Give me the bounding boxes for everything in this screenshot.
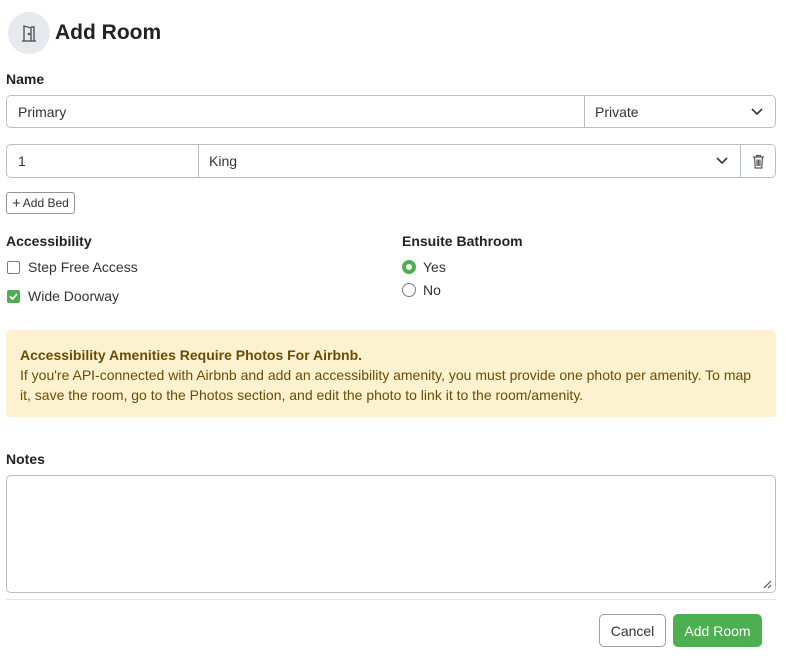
ensuite-bathroom-label: Ensuite Bathroom xyxy=(402,233,523,249)
add-bed-button[interactable]: + Add Bed xyxy=(6,192,75,214)
page-title: Add Room xyxy=(55,21,162,44)
add-room-button[interactable]: Add Room xyxy=(673,614,762,647)
bed-type-value: King xyxy=(209,153,238,169)
add-bed-label: Add Bed xyxy=(22,196,69,210)
room-name-input[interactable] xyxy=(7,96,585,127)
door-icon xyxy=(8,12,50,54)
privacy-select[interactable]: Private xyxy=(585,96,775,127)
bed-type-select[interactable]: King xyxy=(199,145,741,177)
alert-title: Accessibility Amenities Require Photos F… xyxy=(20,347,363,363)
wide-doorway-option[interactable]: Wide Doorway xyxy=(7,288,119,304)
bed-count-input[interactable] xyxy=(7,145,199,177)
trash-icon xyxy=(752,154,764,169)
step-free-access-label: Step Free Access xyxy=(28,259,138,275)
step-free-access-option[interactable]: Step Free Access xyxy=(7,259,138,275)
notes-textarea[interactable] xyxy=(6,475,776,593)
footer-divider xyxy=(6,599,776,600)
ensuite-no-label: No xyxy=(423,282,441,298)
ensuite-no-option[interactable]: No xyxy=(402,282,441,298)
ensuite-no-radio[interactable] xyxy=(402,283,416,297)
privacy-select-value: Private xyxy=(595,103,639,120)
accessibility-label: Accessibility xyxy=(6,233,92,249)
alert-body: If you're API-connected with Airbnb and … xyxy=(20,367,752,403)
wide-doorway-checkbox[interactable] xyxy=(7,289,20,303)
step-free-access-checkbox[interactable] xyxy=(7,260,20,274)
check-icon xyxy=(9,292,18,300)
delete-bed-button[interactable] xyxy=(741,145,775,177)
chevron-down-icon xyxy=(716,157,728,165)
notes-label: Notes xyxy=(6,451,45,467)
name-field-group: Private xyxy=(6,95,776,128)
plus-icon: + xyxy=(12,194,21,212)
chevron-down-icon xyxy=(751,107,763,115)
ensuite-yes-radio[interactable] xyxy=(402,260,416,274)
cancel-button[interactable]: Cancel xyxy=(599,614,666,647)
resize-grip-icon[interactable] xyxy=(762,579,772,589)
dialog-header: Add Room xyxy=(8,12,161,54)
name-label: Name xyxy=(6,71,45,87)
add-room-dialog: Add Room Name Private King + Add Bed Acc… xyxy=(0,0,785,668)
bed-row: King xyxy=(6,144,776,178)
wide-doorway-label: Wide Doorway xyxy=(28,288,120,304)
airbnb-accessibility-alert: Accessibility Amenities Require Photos F… xyxy=(6,330,776,417)
ensuite-yes-label: Yes xyxy=(423,259,446,275)
ensuite-yes-option[interactable]: Yes xyxy=(402,259,446,275)
